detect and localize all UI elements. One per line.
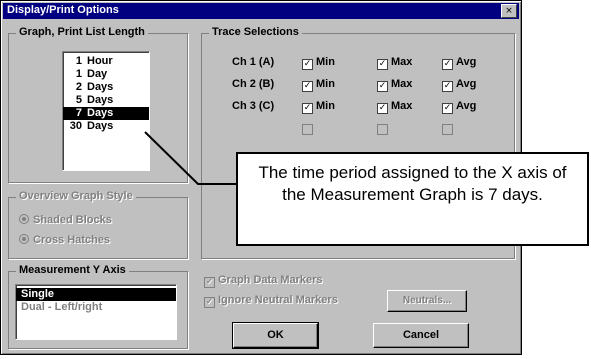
measurement-y-axis-label: Measurement Y Axis	[16, 264, 129, 276]
title-bar: Display/Print Options ×	[3, 3, 519, 19]
ignore-neutral-markers-checkbox[interactable]: ✓ Ignore Neutral Markers	[204, 294, 338, 308]
trace-avg-checkbox[interactable]: ✓ Avg	[442, 56, 476, 70]
graph-length-item-2-days[interactable]: 2 Days	[63, 81, 149, 94]
overview-style-group: Overview Graph Style Shaded Blocks Cross…	[8, 190, 188, 259]
trace-min-checkbox[interactable]: ✓ Min	[302, 78, 335, 92]
checkbox-checked-icon: ✓	[377, 103, 388, 114]
trace-channel-label: Ch 1 (A)	[232, 56, 275, 68]
radio-selected-icon	[19, 234, 29, 244]
trace-empty-checkbox[interactable]	[302, 124, 316, 137]
measurement-y-axis-listbox[interactable]: Single Dual - Left/right	[15, 284, 177, 340]
shaded-blocks-radio[interactable]: Shaded Blocks	[19, 214, 112, 226]
y-axis-item-dual[interactable]: Dual - Left/right	[16, 301, 176, 314]
y-axis-item-single[interactable]: Single	[16, 288, 176, 301]
dialog-title: Display/Print Options	[7, 4, 119, 16]
graph-length-group: Graph, Print List Length 1 Hour 1 Day 2 Day…	[8, 26, 188, 183]
close-icon[interactable]: ×	[501, 4, 517, 18]
graph-length-listbox[interactable]: 1 Hour 1 Day 2 Days 5 Days 7 Days 30 Days	[62, 51, 150, 171]
trace-selections-label: Trace Selections	[209, 26, 302, 38]
checkbox-checked-icon: ✓	[302, 103, 313, 114]
graph-length-label: Graph, Print List Length	[16, 26, 148, 38]
trace-avg-checkbox[interactable]: ✓ Avg	[442, 78, 476, 92]
checkbox-checked-icon: ✓	[377, 59, 388, 70]
trace-channel-label: Ch 3 (C)	[232, 100, 275, 112]
checkbox-icon	[442, 124, 453, 135]
cross-hatches-radio[interactable]: Cross Hatches	[19, 234, 110, 246]
radio-selected-icon	[19, 214, 29, 224]
checkbox-checked-icon: ✓	[204, 297, 215, 308]
trace-empty-checkbox[interactable]	[377, 124, 391, 137]
ok-button[interactable]: OK	[232, 322, 319, 349]
trace-avg-checkbox[interactable]: ✓ Avg	[442, 100, 476, 114]
checkbox-checked-icon: ✓	[442, 81, 453, 92]
graph-length-item-5-days[interactable]: 5 Days	[63, 94, 149, 107]
graph-length-item-7-days[interactable]: 7 Days	[63, 107, 149, 120]
checkbox-checked-icon: ✓	[204, 277, 215, 288]
checkbox-icon	[302, 124, 313, 135]
checkbox-icon	[377, 124, 388, 135]
trace-empty-checkbox[interactable]	[442, 124, 456, 137]
trace-channel-label: Ch 2 (B)	[232, 78, 275, 90]
trace-min-checkbox[interactable]: ✓ Min	[302, 56, 335, 70]
trace-max-checkbox[interactable]: ✓ Max	[377, 56, 412, 70]
neutrals-button[interactable]: Neutrals...	[387, 290, 467, 312]
checkbox-checked-icon: ✓	[377, 81, 388, 92]
trace-max-checkbox[interactable]: ✓ Max	[377, 78, 412, 92]
checkbox-checked-icon: ✓	[302, 59, 313, 70]
graph-length-item-1-day[interactable]: 1 Day	[63, 68, 149, 81]
trace-min-checkbox[interactable]: ✓ Min	[302, 100, 335, 114]
checkbox-checked-icon: ✓	[442, 59, 453, 70]
graph-length-item-1-hour[interactable]: 1 Hour	[63, 55, 149, 68]
checkbox-checked-icon: ✓	[442, 103, 453, 114]
graph-length-item-30-days[interactable]: 30 Days	[63, 120, 149, 133]
cancel-button[interactable]: Cancel	[373, 323, 469, 348]
graph-data-markers-checkbox[interactable]: ✓ Graph Data Markers	[204, 274, 323, 288]
annotation-callout: The time period assigned to the X axis o…	[236, 152, 589, 246]
overview-style-label: Overview Graph Style	[16, 190, 136, 202]
checkbox-checked-icon: ✓	[302, 81, 313, 92]
trace-max-checkbox[interactable]: ✓ Max	[377, 100, 412, 114]
measurement-y-axis-group: Measurement Y Axis Single Dual - Left/ri…	[8, 264, 188, 349]
